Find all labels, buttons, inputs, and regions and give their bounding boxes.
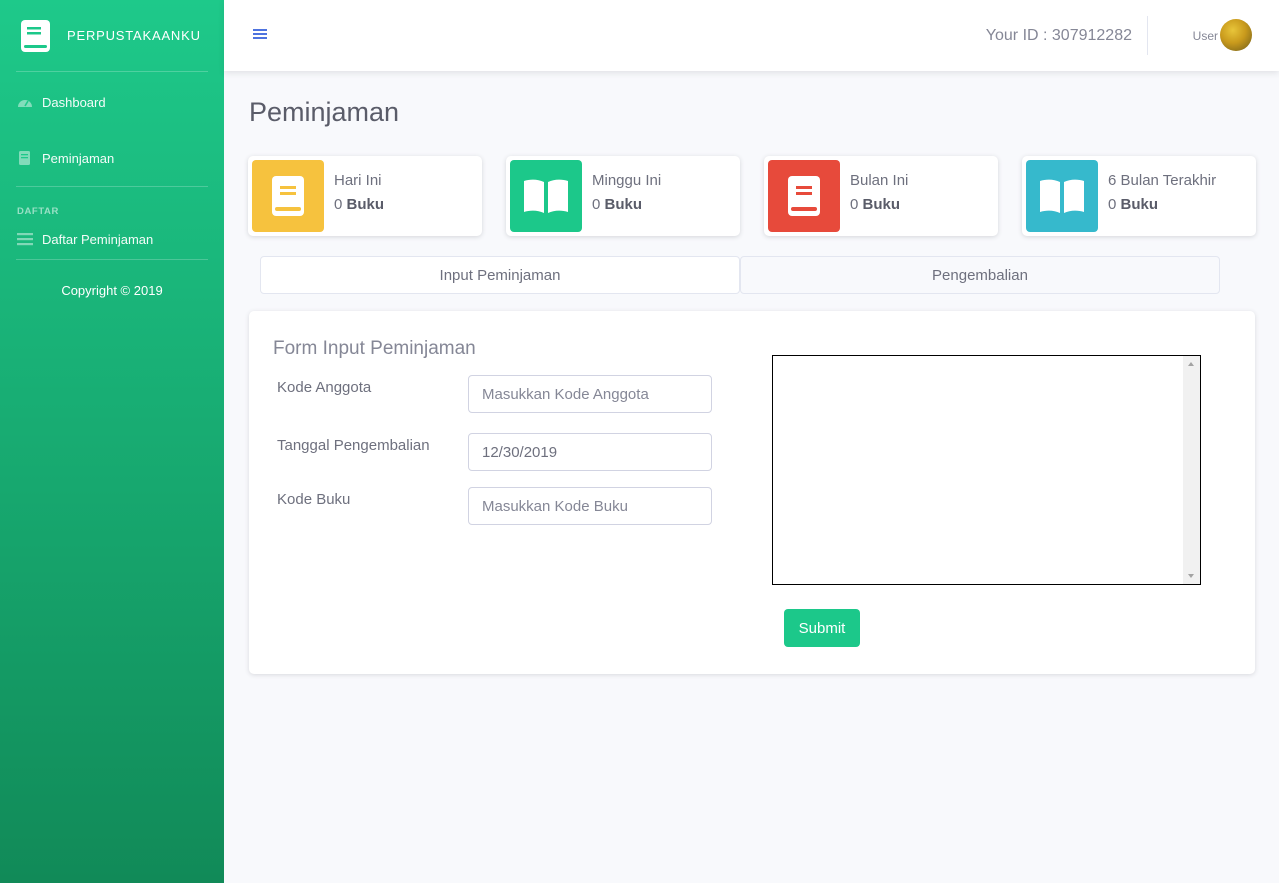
sidebar-item-peminjaman[interactable]: Peminjaman [0, 130, 224, 186]
form-title: Form Input Peminjaman [273, 338, 476, 359]
submit-button[interactable]: Submit [784, 609, 860, 647]
copyright-text: Copyright © 2019 [61, 283, 163, 298]
tab-pengembalian[interactable]: Pengembalian [740, 256, 1220, 294]
tanggal-pengembalian-input[interactable] [468, 433, 712, 471]
textarea-scrollbar[interactable] [1183, 356, 1200, 584]
book-icon [19, 151, 30, 165]
topbar: Your ID : 307912282 User 1 [224, 0, 1279, 71]
stat-icon-box [768, 160, 840, 232]
sidebar-item-label: Dashboard [42, 94, 106, 110]
kode-anggota-input[interactable] [468, 375, 712, 413]
stat-card-hari-ini: Hari Ini 0 Buku [248, 156, 482, 236]
stat-value: 0 Buku [1108, 196, 1159, 213]
sidebar-item-dashboard[interactable]: Dashboard [0, 74, 224, 130]
topbar-divider [1147, 16, 1148, 55]
tab-input-peminjaman[interactable]: Input Peminjaman [260, 256, 740, 294]
preview-textarea[interactable] [772, 355, 1201, 585]
stat-value: 0 Buku [850, 196, 901, 213]
sidebar: PERPUSTAKAANKU Dashboard Peminjaman DAFT… [0, 0, 224, 883]
form-card: Form Input Peminjaman Kode Anggota Tangg… [249, 311, 1255, 674]
stat-icon-box [510, 160, 582, 232]
hamburger-menu-icon[interactable] [252, 27, 268, 41]
tachometer-icon [18, 100, 32, 107]
user-id-text: Your ID : 307912282 [985, 27, 1132, 44]
book-open-icon [1040, 179, 1084, 213]
page-title: Peminjaman [249, 97, 400, 127]
stat-icon-box [1026, 160, 1098, 232]
scroll-down-arrow-icon[interactable] [1188, 574, 1194, 578]
book-open-icon [524, 179, 568, 213]
stat-label: 6 Bulan Terakhir [1108, 172, 1217, 189]
sidebar-divider [16, 71, 208, 72]
book-icon [788, 176, 820, 216]
kode-anggota-label: Kode Anggota [277, 379, 372, 396]
stat-icon-box [252, 160, 324, 232]
book-icon [272, 176, 304, 216]
book-icon [21, 19, 50, 52]
stat-card-minggu-ini: Minggu Ini 0 Buku [506, 156, 740, 236]
avatar[interactable] [1220, 19, 1252, 51]
kode-buku-input[interactable] [468, 487, 712, 525]
list-icon [17, 233, 33, 246]
tanggal-pengembalian-label: Tanggal Pengembalian [277, 437, 430, 454]
stat-value: 0 Buku [592, 196, 643, 213]
stat-label: Minggu Ini [592, 172, 662, 189]
brand[interactable]: PERPUSTAKAANKU [0, 0, 224, 71]
scroll-up-arrow-icon[interactable] [1188, 362, 1194, 366]
stat-value: 0 Buku [334, 196, 385, 213]
stat-card-bulan-ini: Bulan Ini 0 Buku [764, 156, 998, 236]
stat-card-6-bulan-terakhir: 6 Bulan Terakhir 0 Buku [1022, 156, 1256, 236]
stat-label: Hari Ini [334, 172, 382, 189]
stat-label: Bulan Ini [850, 172, 909, 189]
kode-buku-label: Kode Buku [277, 491, 351, 508]
sidebar-item-label: Daftar Peminjaman [42, 231, 154, 247]
sidebar-item-label: Peminjaman [42, 150, 115, 166]
brand-name: PERPUSTAKAANKU [67, 28, 201, 43]
